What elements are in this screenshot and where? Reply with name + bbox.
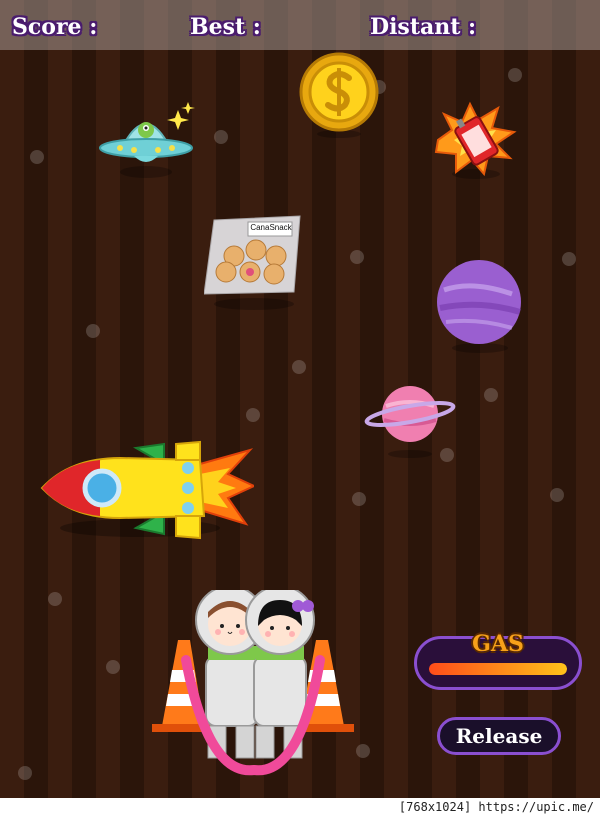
- dust-particle: [214, 130, 228, 144]
- best-label: Best :: [190, 14, 261, 40]
- dust-particle: [356, 744, 370, 758]
- dust-particle: [484, 388, 498, 402]
- watermark-bar: [768x1024] https://upic.me/: [0, 798, 600, 817]
- distance-label: Distant :: [370, 14, 477, 40]
- hud-bar: Score : Best : Distant :: [0, 0, 600, 50]
- dust-particle: [106, 660, 120, 674]
- dust-particle: [246, 408, 260, 422]
- rocket-icon: [40, 440, 254, 540]
- fuel-can-icon: [434, 101, 517, 179]
- dust-particle: [352, 492, 366, 506]
- watermark-text: [768x1024] https://upic.me/: [398, 800, 594, 814]
- gas-track: [429, 663, 567, 675]
- gas-label: GAS: [472, 631, 524, 657]
- gas-meter: GAS: [414, 631, 582, 690]
- dust-particle: [86, 324, 100, 338]
- dust-particle: [508, 68, 522, 82]
- dust-particle: [30, 150, 44, 164]
- gas-fill: [429, 663, 567, 675]
- dust-particle: [18, 766, 32, 780]
- ringed-planet-icon: [364, 386, 456, 458]
- purple-planet-icon: [437, 260, 521, 353]
- ufo-icon: [99, 102, 195, 178]
- dust-particle: [292, 360, 306, 374]
- dust-particle: [48, 592, 62, 606]
- release-button[interactable]: Release: [437, 717, 561, 755]
- dust-particle: [562, 252, 576, 266]
- dust-particle: [550, 488, 564, 502]
- snack-label: CanaSnack: [250, 223, 292, 232]
- coin-icon: [299, 52, 379, 138]
- astronaut-slingshot[interactable]: [148, 590, 358, 776]
- dust-particle: [350, 250, 364, 264]
- score-label: Score :: [12, 14, 98, 40]
